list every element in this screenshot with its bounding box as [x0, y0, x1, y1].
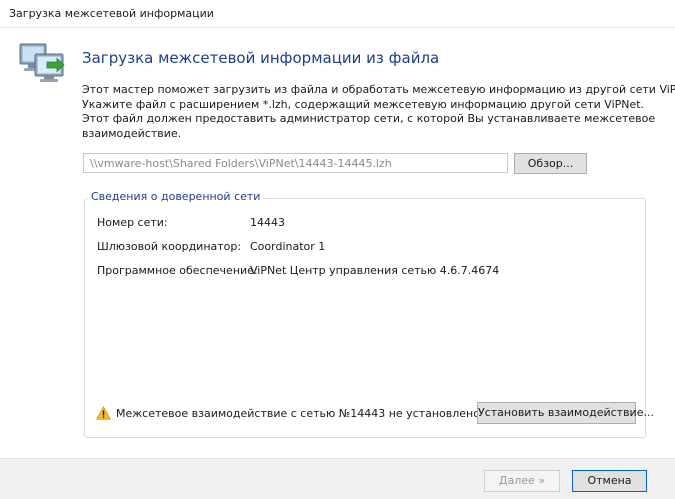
- page-title: Загрузка межсетевой информации из файла: [82, 49, 440, 67]
- network-number-row: Номер сети: 14443: [97, 216, 285, 229]
- software-row: Программное обеспечение: ViPNet Центр уп…: [97, 264, 499, 277]
- cancel-button[interactable]: Отмена: [572, 470, 647, 492]
- description-line: взаимодействие.: [82, 126, 182, 140]
- row-value: Coordinator 1: [250, 240, 326, 253]
- description-line: Этот файл должен предоставить администра…: [82, 112, 656, 125]
- browse-button[interactable]: Обзор...: [514, 153, 587, 174]
- row-label: Программное обеспечение:: [97, 264, 258, 277]
- network-computers-icon: [19, 43, 65, 82]
- warning-text: Межсетевое взаимодействие с сетью №14443…: [116, 407, 484, 420]
- establish-connection-button[interactable]: Установить взаимодействие...: [477, 402, 654, 424]
- description: Этот мастер поможет загрузить из файла и…: [82, 83, 675, 141]
- description-line: Укажите файл с расширением *.lzh, содерж…: [82, 97, 645, 111]
- title-bar: Загрузка межсетевой информации: [0, 0, 675, 28]
- file-path-field[interactable]: \\vmware-host\Shared Folders\ViPNet\1444…: [83, 153, 508, 173]
- row-label: Шлюзовой координатор:: [97, 240, 242, 253]
- warning-triangle-icon: [96, 406, 111, 420]
- group-legend: Сведения о доверенной сети: [88, 190, 264, 203]
- row-value: ViPNet Центр управления сетью 4.6.7.4674: [250, 264, 500, 277]
- gateway-coordinator-row: Шлюзовой координатор: Coordinator 1: [97, 240, 325, 253]
- row-value: 14443: [250, 216, 285, 229]
- next-button[interactable]: Далее »: [484, 470, 560, 492]
- row-label: Номер сети:: [97, 216, 168, 229]
- window-title: Загрузка межсетевой информации: [9, 7, 214, 20]
- description-line: Этот мастер поможет загрузить из файла и…: [82, 83, 675, 96]
